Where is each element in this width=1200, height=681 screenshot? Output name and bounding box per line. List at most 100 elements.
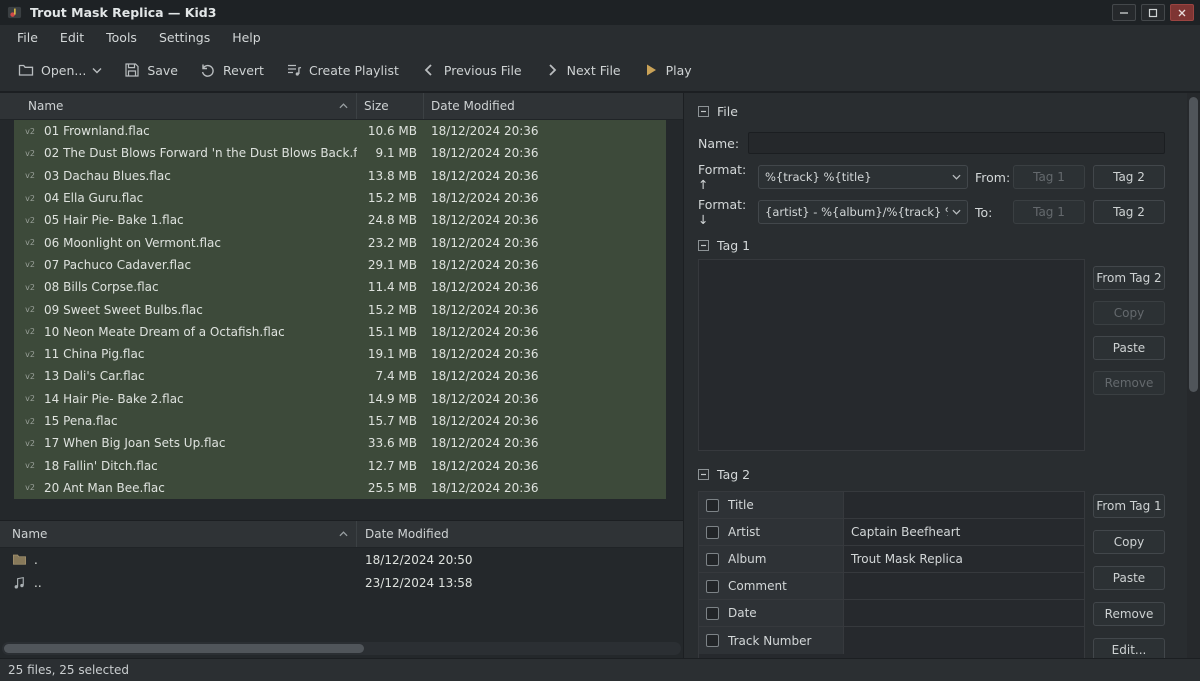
file-row[interactable]: v204 Ella Guru.flac15.2 MB18/12/2024 20:… [0, 187, 683, 209]
toolbar-open-button[interactable]: Open... [12, 57, 108, 83]
music-note-icon [12, 575, 27, 590]
file-row[interactable]: v220 Ant Man Bee.flac25.5 MB18/12/2024 2… [0, 477, 683, 499]
field-checkbox[interactable] [706, 499, 719, 512]
tag2-field-value-album[interactable]: Trout Mask Replica [844, 546, 1084, 572]
tree-indent [0, 254, 14, 276]
tag1-from-tag-2-button[interactable]: From Tag 2 [1093, 266, 1165, 290]
file-row[interactable]: v208 Bills Corpse.flac11.4 MB18/12/2024 … [0, 276, 683, 298]
toolbar-create-playlist-button[interactable]: Create Playlist [280, 57, 405, 83]
toolbar-revert-button[interactable]: Revert [194, 57, 270, 83]
tag2-field-name-album[interactable]: Album [699, 546, 844, 572]
tag2-from-tag-1-button[interactable]: From Tag 1 [1093, 494, 1165, 518]
menu-file[interactable]: File [6, 27, 49, 48]
tag2-field-value-title[interactable] [844, 492, 1084, 518]
dir-name-cell: . [0, 552, 357, 567]
tag2-field-name-comment[interactable]: Comment [699, 573, 844, 599]
tag2-field-value-date[interactable] [844, 600, 1084, 626]
tag2-field-value-track-number[interactable] [844, 627, 1084, 654]
tag2-field-name-title[interactable]: Title [699, 492, 844, 518]
menu-edit[interactable]: Edit [49, 27, 95, 48]
filename-to-tag2-button[interactable]: Tag 2 [1093, 200, 1165, 224]
filename-from-tag1-button[interactable]: Tag 1 [1013, 165, 1085, 189]
toolbar-next-file-button[interactable]: Next File [538, 57, 627, 83]
tag2-field-name-artist[interactable]: Artist [699, 519, 844, 545]
tag2-field-name-track-number[interactable]: Track Number [699, 627, 844, 654]
file-section-header[interactable]: File [698, 103, 1165, 119]
scrollbar-thumb[interactable] [1189, 97, 1198, 392]
field-checkbox[interactable] [706, 634, 719, 647]
filename-input[interactable] [748, 132, 1165, 154]
maximize-button[interactable] [1141, 4, 1165, 21]
tag1-paste-button[interactable]: Paste [1093, 336, 1165, 360]
tag1-remove-button[interactable]: Remove [1093, 371, 1165, 395]
file-row[interactable]: v205 Hair Pie- Bake 1.flac24.8 MB18/12/2… [0, 209, 683, 231]
tag2-field-name-date[interactable]: Date [699, 600, 844, 626]
column-header-modified[interactable]: Date Modified [424, 93, 683, 119]
horizontal-scrollbar[interactable] [2, 642, 681, 655]
tag-to-filename-format-combo[interactable]: {artist} - %{album}/%{track} %{title} [758, 200, 968, 224]
save-icon [124, 62, 140, 78]
column-header-name[interactable]: Name [0, 93, 357, 119]
file-row[interactable]: v214 Hair Pie- Bake 2.flac14.9 MB18/12/2… [0, 388, 683, 410]
file-row[interactable]: v201 Frownland.flac10.6 MB18/12/2024 20:… [0, 120, 683, 142]
field-checkbox[interactable] [706, 607, 719, 620]
file-list-pane: Name Size Date Modified v201 Frownland.f… [0, 92, 684, 658]
file-row[interactable]: v211 China Pig.flac19.1 MB18/12/2024 20:… [0, 343, 683, 365]
column-header-name[interactable]: Name [0, 521, 357, 547]
menu-settings[interactable]: Settings [148, 27, 221, 48]
file-row[interactable]: v213 Dali's Car.flac7.4 MB18/12/2024 20:… [0, 365, 683, 387]
tag2-paste-button[interactable]: Paste [1093, 566, 1165, 590]
filename-to-tag-format-combo[interactable]: %{track} %{title} [758, 165, 968, 189]
file-row[interactable]: v218 Fallin' Ditch.flac12.7 MB18/12/2024… [0, 454, 683, 476]
vertical-scrollbar[interactable] [1187, 93, 1200, 658]
dir-row[interactable]: ..23/12/2024 13:58 [0, 571, 683, 594]
tag2-field-comment: Comment [699, 573, 1084, 600]
collapse-icon[interactable] [698, 240, 709, 251]
column-header-size[interactable]: Size [357, 93, 424, 119]
tag2-copy-button[interactable]: Copy [1093, 530, 1165, 554]
field-checkbox[interactable] [706, 526, 719, 539]
collapse-icon[interactable] [698, 469, 709, 480]
minimize-button[interactable] [1112, 4, 1136, 21]
file-row[interactable]: v203 Dachau Blues.flac13.8 MB18/12/2024 … [0, 165, 683, 187]
statusbar: 25 files, 25 selected [0, 658, 1200, 681]
field-checkbox[interactable] [706, 553, 719, 566]
tag1-copy-button[interactable]: Copy [1093, 301, 1165, 325]
file-row[interactable]: v206 Moonlight on Vermont.flac23.2 MB18/… [0, 231, 683, 253]
tag-version-badge: v2 [22, 372, 38, 381]
file-row[interactable]: v209 Sweet Sweet Bulbs.flac15.2 MB18/12/… [0, 298, 683, 320]
tag2-section-header[interactable]: Tag 2 [698, 466, 1165, 482]
tag2-edit-button[interactable]: Edit... [1093, 638, 1165, 658]
file-size: 15.2 MB [357, 303, 424, 317]
file-size: 24.8 MB [357, 213, 424, 227]
file-row[interactable]: v217 When Big Joan Sets Up.flac33.6 MB18… [0, 432, 683, 454]
revert-icon [200, 62, 216, 78]
file-name: 01 Frownland.flac [38, 124, 357, 138]
toolbar-previous-file-button[interactable]: Previous File [415, 57, 528, 83]
menu-tools[interactable]: Tools [95, 27, 148, 48]
file-row[interactable]: v202 The Dust Blows Forward 'n the Dust … [0, 142, 683, 164]
toolbar-save-button[interactable]: Save [118, 57, 184, 83]
file-size: 25.5 MB [357, 481, 424, 495]
file-row[interactable]: v210 Neon Meate Dream of a Octafish.flac… [0, 321, 683, 343]
tag2-field-value-artist[interactable]: Captain Beefheart [844, 519, 1084, 545]
tag2-remove-button[interactable]: Remove [1093, 602, 1165, 626]
filename-to-tag1-button[interactable]: Tag 1 [1013, 200, 1085, 224]
tag1-section-header[interactable]: Tag 1 [698, 237, 1165, 253]
field-checkbox[interactable] [706, 580, 719, 593]
tag-version-badge: v2 [22, 127, 38, 136]
close-button[interactable] [1170, 4, 1194, 21]
toolbar-play-button[interactable]: Play [637, 57, 698, 83]
column-header-modified[interactable]: Date Modified [357, 521, 683, 547]
dir-row[interactable]: .18/12/2024 20:50 [0, 548, 683, 571]
column-label: Date Modified [431, 99, 515, 113]
menu-help[interactable]: Help [221, 27, 272, 48]
tag-version-badge: v2 [22, 483, 38, 492]
scrollbar-thumb[interactable] [4, 644, 364, 653]
collapse-icon[interactable] [698, 106, 709, 117]
filename-from-tag2-button[interactable]: Tag 2 [1093, 165, 1165, 189]
file-row[interactable]: v215 Pena.flac15.7 MB18/12/2024 20:36 [0, 410, 683, 432]
file-row[interactable]: v207 Pachuco Cadaver.flac29.1 MB18/12/20… [0, 254, 683, 276]
file-size: 13.8 MB [357, 169, 424, 183]
tag2-field-value-comment[interactable] [844, 573, 1084, 599]
